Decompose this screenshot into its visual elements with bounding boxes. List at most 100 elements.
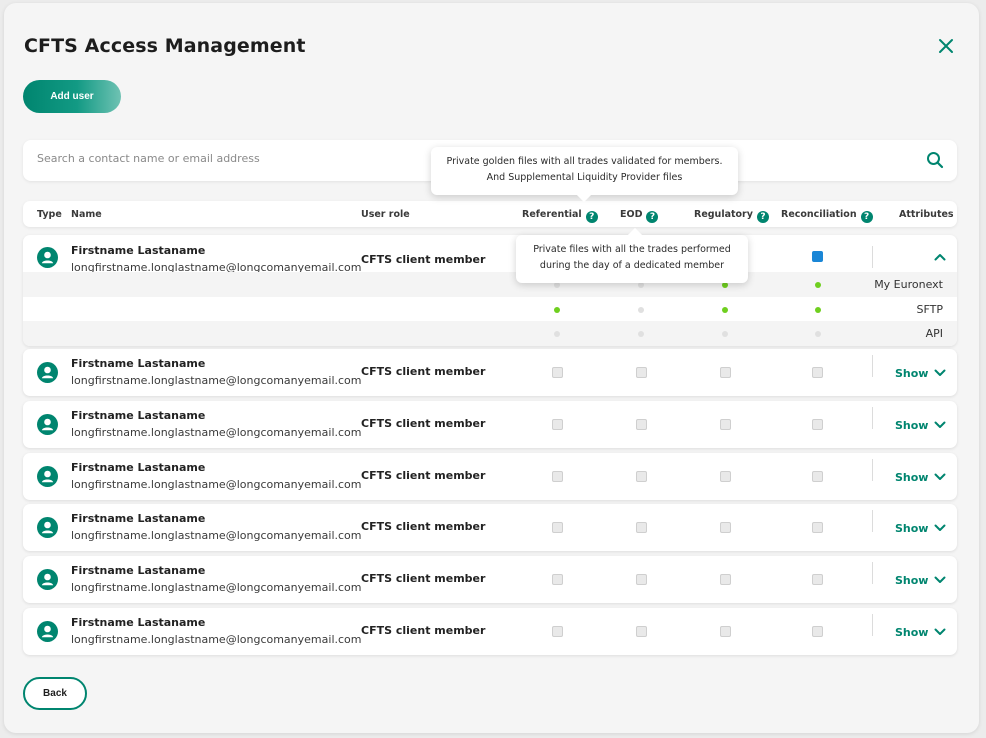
attribute-row-sftp: SFTP	[23, 297, 957, 322]
header-type: Type	[37, 209, 62, 220]
regulatory-checkbox[interactable]	[720, 626, 731, 637]
add-user-button[interactable]: Add user	[23, 80, 121, 113]
regulatory-status-dot	[722, 331, 728, 337]
regulatory-checkbox[interactable]	[720, 418, 731, 430]
chevron-down-icon[interactable]	[934, 524, 946, 532]
close-icon[interactable]	[936, 36, 956, 56]
eod-status-dot	[638, 307, 644, 313]
reconciliation-checkbox[interactable]	[812, 367, 823, 378]
user-avatar-icon	[37, 247, 58, 268]
regulatory-status-dot	[722, 307, 728, 313]
user-row: Firstname Lastaname longfirstname.longla…	[23, 452, 957, 500]
chevron-down-icon[interactable]	[934, 421, 946, 429]
eod-help-icon[interactable]: ?	[646, 211, 659, 223]
show-button[interactable]: Show	[895, 574, 928, 587]
divider	[872, 355, 873, 377]
reconciliation-checkbox[interactable]	[812, 522, 823, 534]
show-button[interactable]: Show	[895, 626, 928, 639]
attribute-label: API	[925, 327, 943, 340]
chevron-down-icon[interactable]	[934, 628, 946, 636]
chevron-up-icon[interactable]	[934, 253, 946, 261]
header-referential-label: Referential	[522, 209, 582, 220]
user-row: Firstname Lastaname longfirstname.longla…	[23, 349, 957, 396]
user-email: longfirstname.longlastname@longcomanyema…	[71, 581, 362, 595]
attribute-label: My Euronext	[874, 278, 943, 291]
reconciliation-help-icon[interactable]: ?	[860, 211, 873, 223]
chevron-down-icon[interactable]	[934, 369, 946, 377]
regulatory-checkbox[interactable]	[720, 470, 731, 482]
eod-status-dot	[638, 331, 644, 337]
chevron-down-icon[interactable]	[934, 473, 946, 481]
eod-checkbox[interactable]	[636, 367, 647, 378]
regulatory-checkbox[interactable]	[720, 574, 731, 586]
divider	[872, 458, 873, 481]
user-row-expanded: Firstname Lastaname longfirstname.longla…	[23, 235, 957, 346]
reconciliation-status-dot	[815, 331, 821, 337]
user-name: Firstname Lastaname	[71, 357, 206, 370]
referential-checkbox[interactable]	[552, 367, 563, 378]
eod-checkbox[interactable]	[636, 470, 647, 482]
user-avatar-icon	[37, 413, 58, 435]
back-button[interactable]: Back	[23, 677, 87, 710]
regulatory-checkbox[interactable]	[720, 522, 731, 534]
show-button[interactable]: Show	[895, 419, 928, 432]
header-user-role: User role	[361, 209, 410, 220]
attribute-row-my-euronext: My Euronext	[23, 272, 957, 297]
user-role: CFTS client member	[361, 416, 486, 430]
header-referential: Referential?	[522, 209, 598, 223]
user-email: longfirstname.longlastname@longcomanyema…	[71, 425, 362, 439]
tooltip-line: Private golden files with all trades val…	[446, 156, 723, 167]
eod-checkbox[interactable]	[636, 418, 647, 430]
chevron-down-icon[interactable]	[934, 576, 946, 584]
user-name: Firstname Lastaname	[71, 460, 206, 474]
referential-checkbox[interactable]	[552, 522, 563, 534]
eod-checkbox[interactable]	[636, 522, 647, 534]
attribute-label: SFTP	[916, 303, 943, 316]
referential-status-dot	[554, 307, 560, 313]
user-email: longfirstname.longlastname@longcomanyema…	[71, 374, 362, 387]
referential-help-icon[interactable]: ?	[585, 211, 598, 223]
user-avatar-icon	[37, 621, 58, 642]
divider	[872, 246, 873, 268]
table-header: Type Name User role Referential? EOD? Re…	[23, 201, 957, 227]
reconciliation-checkbox[interactable]	[812, 251, 823, 262]
divider	[872, 510, 873, 533]
referential-checkbox[interactable]	[552, 418, 563, 430]
reconciliation-status-dot	[815, 282, 821, 288]
user-email: longfirstname.longlastname@longcomanyema…	[71, 477, 362, 491]
eod-checkbox[interactable]	[636, 626, 647, 637]
user-role: CFTS client member	[361, 572, 486, 586]
regulatory-help-icon[interactable]: ?	[756, 211, 769, 223]
eod-tooltip: Private files with all the trades perfor…	[516, 227, 748, 283]
eod-checkbox[interactable]	[636, 574, 647, 586]
user-role: CFTS client member	[361, 520, 486, 534]
search-icon[interactable]	[926, 151, 944, 169]
regulatory-checkbox[interactable]	[720, 367, 731, 378]
referential-checkbox[interactable]	[552, 470, 563, 482]
user-name: Firstname Lastaname	[71, 512, 206, 526]
referential-checkbox[interactable]	[552, 574, 563, 586]
show-button[interactable]: Show	[895, 522, 928, 535]
header-reconciliation-label: Reconciliation	[781, 209, 857, 220]
user-role: CFTS client member	[361, 624, 486, 637]
reconciliation-checkbox[interactable]	[812, 626, 823, 637]
show-button[interactable]: Show	[895, 471, 928, 484]
tooltip-line: during the day of a dedicated member	[539, 260, 725, 271]
user-role: CFTS client member	[361, 253, 486, 266]
referential-tooltip: Private golden files with all trades val…	[431, 147, 738, 203]
tooltip-line: And Supplemental Liquidity Provider file…	[486, 172, 683, 183]
user-email: longfirstname.longlastname@longcomanyema…	[71, 529, 362, 543]
reconciliation-checkbox[interactable]	[812, 418, 823, 430]
show-button[interactable]: Show	[895, 367, 928, 380]
user-name: Firstname Lastaname	[71, 244, 206, 257]
divider	[872, 614, 873, 636]
header-name: Name	[71, 209, 102, 220]
reconciliation-status-dot	[815, 307, 821, 313]
attribute-row-api: API	[23, 321, 957, 346]
user-avatar-icon	[37, 569, 58, 591]
reconciliation-checkbox[interactable]	[812, 470, 823, 482]
user-name: Firstname Lastaname	[71, 564, 206, 578]
referential-checkbox[interactable]	[552, 626, 563, 637]
reconciliation-checkbox[interactable]	[812, 574, 823, 586]
user-name: Firstname Lastaname	[71, 616, 206, 629]
